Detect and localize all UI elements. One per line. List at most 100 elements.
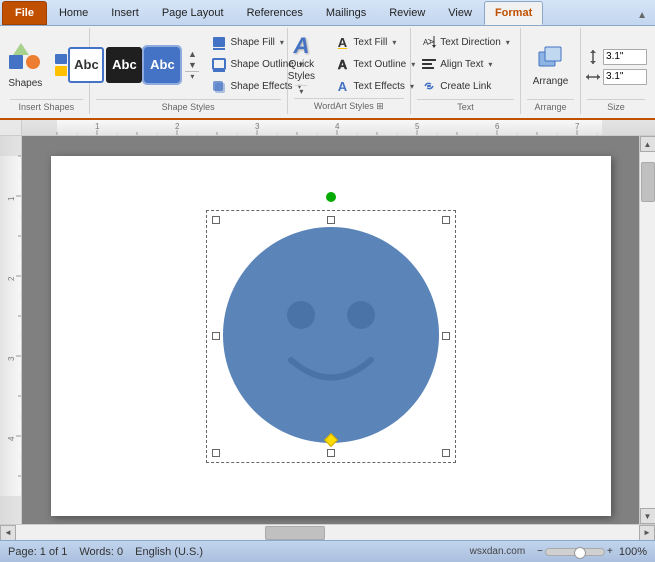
quick-styles-btn[interactable]: A QuickStyles ▾ — [277, 30, 325, 98]
shape-palette-item[interactable] — [55, 54, 67, 64]
arrange-icon — [535, 42, 567, 74]
smiley-shape[interactable] — [216, 220, 446, 450]
ribbon-content: Shapes — [0, 26, 655, 120]
zoom-in-icon[interactable]: + — [607, 546, 613, 557]
shape-container[interactable] — [216, 220, 446, 453]
app-container: File Home Insert Page Layout References … — [0, 0, 655, 562]
svg-text:1: 1 — [95, 122, 100, 131]
svg-text:7: 7 — [575, 122, 580, 131]
arrange-group: Arrange Arrange — [521, 28, 581, 114]
text-group: A A Text Direction ▾ Align Text — [411, 28, 521, 114]
quick-styles-icon: A — [293, 33, 309, 59]
handle-mb[interactable] — [327, 449, 335, 457]
tab-mailings[interactable]: Mailings — [315, 1, 377, 25]
ribbon-tabs: File Home Insert Page Layout References … — [0, 0, 655, 26]
ruler-horizontal: 1 2 3 4 5 — [22, 120, 655, 136]
text-fill-icon: A — [334, 34, 350, 50]
handle-br[interactable] — [442, 449, 450, 457]
tab-review[interactable]: Review — [378, 1, 436, 25]
handle-mt[interactable] — [327, 216, 335, 224]
handle-ml[interactable] — [212, 332, 220, 340]
align-text-btn[interactable]: Align Text ▾ — [416, 54, 515, 74]
text-effects-icon: A — [334, 78, 350, 94]
scroll-right-btn[interactable]: ► — [639, 525, 655, 541]
website-label: wsxdan.com — [470, 546, 526, 557]
ruler-row: 1 2 3 4 5 — [0, 120, 655, 136]
svg-text:2: 2 — [7, 276, 16, 281]
scrollbar-vertical: ▲ ▼ — [639, 136, 655, 524]
shape-styles-more-btn[interactable]: ▲ ▼ ▾ — [184, 47, 200, 83]
text-direction-icon: A A — [421, 34, 437, 50]
arrange-group-label: Arrange — [527, 99, 574, 112]
tab-references[interactable]: References — [236, 1, 314, 25]
text-outline-btn[interactable]: A Text Outline ▾ — [329, 54, 420, 74]
shape-outline-icon — [211, 57, 227, 73]
handle-tl[interactable] — [212, 216, 220, 224]
rotation-handle[interactable] — [326, 192, 336, 202]
handle-mr[interactable] — [442, 332, 450, 340]
svg-text:1: 1 — [7, 196, 16, 201]
text-direction-btn[interactable]: A A Text Direction ▾ — [416, 32, 515, 52]
svg-text:2: 2 — [175, 122, 180, 131]
scroll-thumb-h[interactable] — [265, 526, 325, 540]
create-link-icon — [421, 78, 437, 94]
zoom-level[interactable]: 100% — [619, 546, 647, 558]
width-input[interactable] — [603, 69, 647, 85]
svg-text:3: 3 — [7, 356, 16, 361]
scroll-track-v — [640, 152, 655, 508]
scroll-left-btn[interactable]: ◄ — [0, 525, 16, 541]
handle-bl[interactable] — [212, 449, 220, 457]
word-count: Words: 0 — [79, 546, 123, 558]
size-group-label: Size — [587, 99, 645, 112]
shape-palette-item[interactable] — [55, 66, 67, 76]
tab-format[interactable]: Format — [484, 1, 543, 25]
align-text-icon — [421, 56, 437, 72]
zoom-out-icon[interactable]: − — [537, 546, 543, 557]
tab-home[interactable]: Home — [48, 1, 99, 25]
shape-fill-icon — [211, 35, 227, 51]
shape-style-white[interactable]: Abc — [68, 47, 104, 83]
shapes-label: Shapes — [8, 78, 42, 89]
create-link-btn[interactable]: Create Link — [416, 76, 515, 96]
shapes-button[interactable]: Shapes — [0, 37, 51, 92]
tab-view[interactable]: View — [437, 1, 483, 25]
scroll-up-btn[interactable]: ▲ — [640, 136, 655, 152]
scrollbar-horizontal: ◄ ► — [0, 524, 655, 540]
page-area — [22, 136, 639, 524]
shape-style-black[interactable]: Abc — [106, 47, 142, 83]
width-icon — [585, 69, 601, 85]
height-input[interactable] — [603, 49, 647, 65]
document-page — [51, 156, 611, 516]
document-area: 1 2 3 4 — [0, 136, 655, 524]
shape-effects-icon — [211, 79, 227, 95]
wordart-styles-group: A QuickStyles ▾ A Text Fill ▾ A Text Out… — [288, 28, 411, 114]
zoom-thumb[interactable] — [574, 547, 586, 559]
ruler-vertical: 1 2 3 4 — [0, 136, 22, 524]
text-group-label: Text — [417, 99, 514, 112]
tab-page-layout[interactable]: Page Layout — [151, 1, 235, 25]
arrange-label: Arrange — [533, 76, 569, 87]
ruler-corner — [0, 120, 22, 136]
handle-tr[interactable] — [442, 216, 450, 224]
width-input-row — [585, 69, 647, 85]
svg-text:4: 4 — [7, 436, 16, 441]
ribbon-collapse-btn[interactable]: ▲ — [629, 6, 655, 25]
scroll-track-h — [16, 525, 639, 540]
tab-file[interactable]: File — [2, 1, 47, 25]
status-bar: Page: 1 of 1 Words: 0 English (U.S.) wsx… — [0, 540, 655, 562]
shape-styles-label: Shape Styles — [96, 99, 281, 112]
svg-text:5: 5 — [415, 122, 420, 131]
text-effects-btn[interactable]: A Text Effects ▾ — [329, 76, 420, 96]
svg-text:6: 6 — [495, 122, 500, 131]
svg-text:3: 3 — [255, 122, 260, 131]
tab-insert[interactable]: Insert — [100, 1, 150, 25]
shape-style-blue[interactable]: Abc — [144, 47, 180, 83]
zoom-slider[interactable]: − + 100% — [537, 546, 647, 558]
wordart-styles-label: WordArt Styles ⊞ — [294, 98, 404, 112]
shapes-icon — [6, 40, 44, 78]
shape-styles-group: Abc Abc Abc ▲ ▼ ▾ — [90, 28, 288, 114]
scroll-thumb-v[interactable] — [641, 162, 655, 202]
arrange-btn[interactable]: Arrange — [526, 39, 576, 90]
scroll-down-btn[interactable]: ▼ — [640, 508, 655, 524]
text-fill-btn[interactable]: A Text Fill ▾ — [329, 32, 420, 52]
